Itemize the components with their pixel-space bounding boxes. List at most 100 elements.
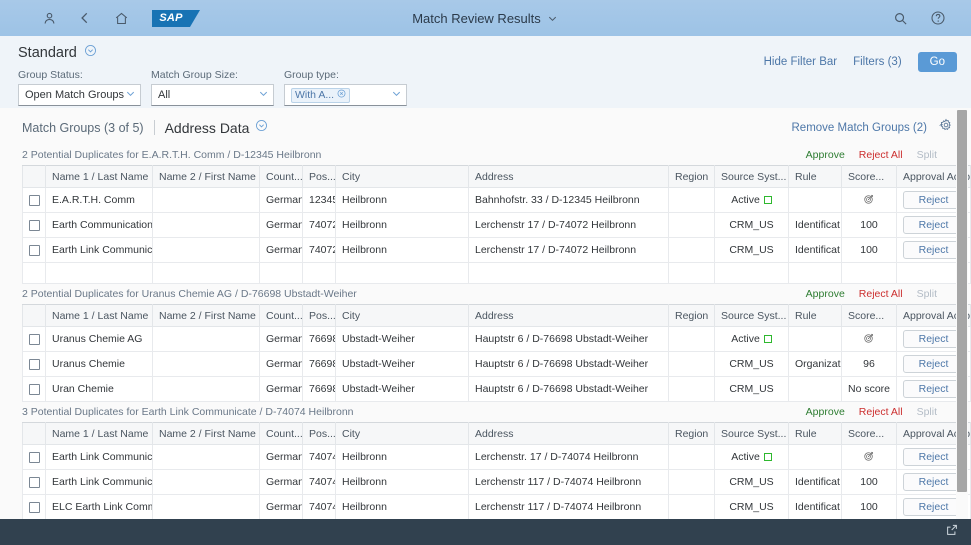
- group-status-select[interactable]: Open Match Groups: [18, 84, 141, 106]
- row-checkbox[interactable]: [29, 220, 40, 231]
- row-checkbox[interactable]: [29, 334, 40, 345]
- row-checkbox[interactable]: [29, 359, 40, 370]
- column-header[interactable]: Region: [669, 166, 715, 188]
- column-header[interactable]: Name 2 / First Name: [153, 423, 260, 445]
- remove-match-groups-button[interactable]: Remove Match Groups (2): [792, 122, 928, 134]
- column-header[interactable]: Name 1 / Last Name: [46, 423, 153, 445]
- row-select-cell[interactable]: [23, 352, 46, 377]
- home-icon[interactable]: [112, 9, 130, 27]
- row-select-cell[interactable]: [23, 188, 46, 213]
- chevron-down-icon[interactable]: [391, 88, 402, 102]
- reject-button[interactable]: Reject: [903, 216, 964, 234]
- reject-button[interactable]: Reject: [903, 330, 964, 348]
- group-type-token[interactable]: With A...: [291, 88, 350, 103]
- column-header[interactable]: City: [336, 305, 469, 327]
- row-select-cell[interactable]: [23, 213, 46, 238]
- approve-button[interactable]: Approve: [806, 288, 845, 300]
- table-row[interactable]: Uranus Chemie AGGermany76698Ubstadt-Weih…: [23, 327, 971, 352]
- variant-chevron-down-icon[interactable]: [84, 44, 97, 62]
- group-type-multiinput[interactable]: With A...: [284, 84, 407, 106]
- approve-button[interactable]: Approve: [806, 406, 845, 418]
- column-header[interactable]: Rule: [789, 166, 842, 188]
- row-select-cell[interactable]: [23, 377, 46, 402]
- share-export-icon[interactable]: [945, 523, 959, 542]
- approve-button[interactable]: Approve: [806, 149, 845, 161]
- column-header[interactable]: Source Syst...: [715, 305, 789, 327]
- column-header[interactable]: Pos...: [303, 166, 336, 188]
- filters-button[interactable]: Filters (3): [853, 56, 902, 68]
- reject-button[interactable]: Reject: [903, 473, 964, 491]
- column-header[interactable]: Address: [469, 166, 669, 188]
- column-header[interactable]: Address: [469, 305, 669, 327]
- reject-button[interactable]: Reject: [903, 241, 964, 259]
- select-all-header[interactable]: [23, 166, 46, 188]
- user-icon[interactable]: [40, 9, 58, 27]
- reject-button[interactable]: Reject: [903, 355, 964, 373]
- section-chevron-down-icon[interactable]: [255, 119, 268, 137]
- table-row[interactable]: Earth Link CommunicateGermany74074Heilbr…: [23, 445, 971, 470]
- sap-logo[interactable]: SAP: [152, 10, 190, 27]
- close-icon[interactable]: [337, 89, 346, 101]
- table-row[interactable]: Earth CommunicationsGermany74072Heilbron…: [23, 213, 971, 238]
- column-header[interactable]: Score...: [842, 166, 897, 188]
- go-button[interactable]: Go: [918, 52, 957, 72]
- column-header[interactable]: Count...: [260, 305, 303, 327]
- row-select-cell[interactable]: [23, 495, 46, 520]
- back-icon[interactable]: [76, 9, 94, 27]
- table-row[interactable]: ELC Earth Link CommuniGermany74074Heilbr…: [23, 495, 971, 520]
- match-group-size-select[interactable]: All: [151, 84, 274, 106]
- page-title[interactable]: Match Review Results: [412, 11, 541, 26]
- reject-button[interactable]: Reject: [903, 448, 964, 466]
- scrollbar-thumb[interactable]: [957, 110, 967, 492]
- search-icon[interactable]: [891, 9, 909, 27]
- row-select-cell[interactable]: [23, 327, 46, 352]
- help-icon[interactable]: [929, 9, 947, 27]
- column-header[interactable]: Rule: [789, 423, 842, 445]
- table-row[interactable]: Uranus ChemieGermany76698Ubstadt-WeiherH…: [23, 352, 971, 377]
- row-checkbox[interactable]: [29, 452, 40, 463]
- column-header[interactable]: Pos...: [303, 423, 336, 445]
- reject-all-button[interactable]: Reject All: [859, 288, 903, 300]
- chevron-down-icon[interactable]: [258, 88, 269, 102]
- column-header[interactable]: Source Syst...: [715, 423, 789, 445]
- vertical-scrollbar[interactable]: [956, 108, 968, 519]
- reject-button[interactable]: Reject: [903, 380, 964, 398]
- row-select-cell[interactable]: [23, 470, 46, 495]
- chevron-down-icon[interactable]: [547, 12, 559, 24]
- column-header[interactable]: Count...: [260, 423, 303, 445]
- row-checkbox[interactable]: [29, 502, 40, 513]
- column-header[interactable]: Region: [669, 423, 715, 445]
- select-all-header[interactable]: [23, 305, 46, 327]
- table-row[interactable]: Earth Link CommunicatioGermany74072Heilb…: [23, 238, 971, 263]
- column-header[interactable]: Name 2 / First Name: [153, 166, 260, 188]
- table-row[interactable]: Uran ChemieGermany76698Ubstadt-WeiherHau…: [23, 377, 971, 402]
- row-select-cell[interactable]: [23, 445, 46, 470]
- column-header[interactable]: City: [336, 166, 469, 188]
- column-header[interactable]: Rule: [789, 305, 842, 327]
- hide-filter-bar-button[interactable]: Hide Filter Bar: [764, 56, 838, 68]
- column-header[interactable]: Region: [669, 305, 715, 327]
- select-all-header[interactable]: [23, 423, 46, 445]
- reject-button[interactable]: Reject: [903, 498, 964, 516]
- table-row[interactable]: Earth Link CommunicatioGermany74074Heilb…: [23, 470, 971, 495]
- row-checkbox[interactable]: [29, 245, 40, 256]
- column-header[interactable]: Score...: [842, 423, 897, 445]
- chevron-down-icon[interactable]: [125, 88, 136, 102]
- column-header[interactable]: Count...: [260, 166, 303, 188]
- column-header[interactable]: Name 2 / First Name: [153, 305, 260, 327]
- gear-icon[interactable]: [939, 118, 953, 137]
- variant-name[interactable]: Standard: [18, 45, 77, 61]
- reject-all-button[interactable]: Reject All: [859, 149, 903, 161]
- column-header[interactable]: Source Syst...: [715, 166, 789, 188]
- column-header[interactable]: Name 1 / Last Name: [46, 166, 153, 188]
- row-checkbox[interactable]: [29, 195, 40, 206]
- table-row[interactable]: E.A.R.T.H. CommGermany12345HeilbronnBahn…: [23, 188, 971, 213]
- row-select-cell[interactable]: [23, 238, 46, 263]
- row-checkbox[interactable]: [29, 477, 40, 488]
- reject-button[interactable]: Reject: [903, 191, 964, 209]
- reject-all-button[interactable]: Reject All: [859, 406, 903, 418]
- column-header[interactable]: Pos...: [303, 305, 336, 327]
- column-header[interactable]: Name 1 / Last Name: [46, 305, 153, 327]
- row-checkbox[interactable]: [29, 384, 40, 395]
- column-header[interactable]: Address: [469, 423, 669, 445]
